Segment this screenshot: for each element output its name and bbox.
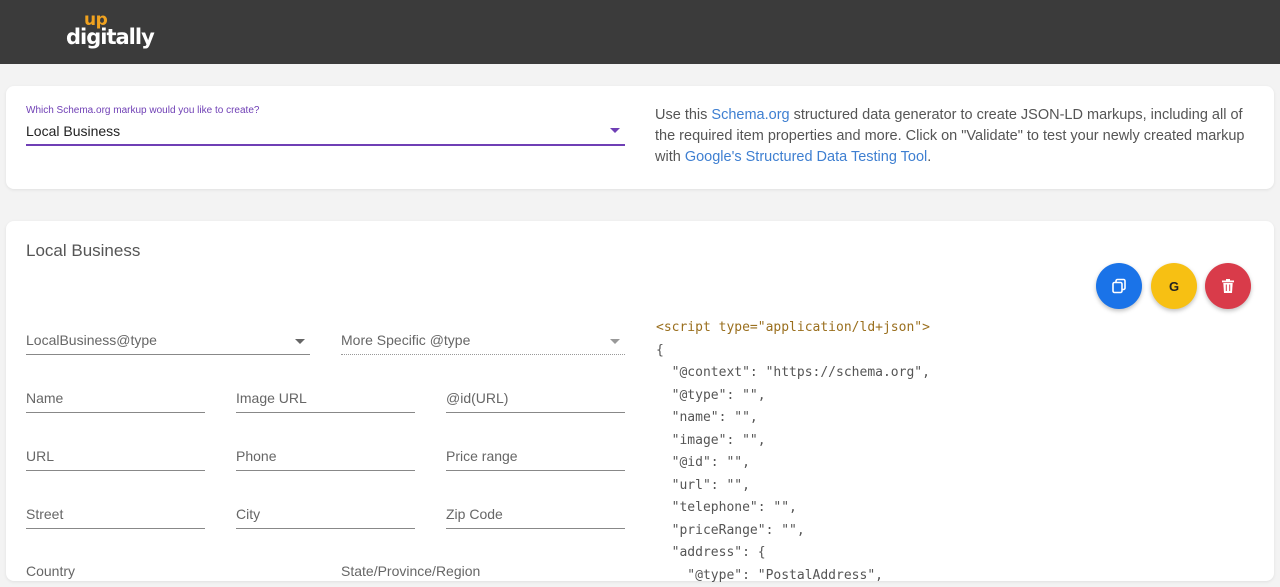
schema-type-select-label: Which Schema.org markup would you like t… [26, 105, 259, 116]
code-script-open-tag: <script type="application/ld+json"> [656, 317, 930, 340]
code-line: "name": "", [656, 407, 930, 430]
street-field-label: Street [26, 506, 63, 522]
logo[interactable]: up digitally [66, 12, 146, 52]
specific-type-label: More Specific @type [341, 332, 470, 348]
schema-type-select-underline [26, 144, 625, 146]
validate-google-button[interactable]: G [1151, 263, 1197, 309]
url-field-underline [26, 470, 205, 471]
chevron-down-icon [610, 339, 620, 344]
phone-field-underline [236, 470, 415, 471]
code-line: "image": "", [656, 430, 930, 453]
city-field-underline [236, 528, 415, 529]
trash-icon [1222, 279, 1234, 293]
id-url-field-label: @id(URL) [446, 390, 508, 406]
city-field-label: City [236, 506, 260, 522]
top-bar: up digitally [0, 0, 1280, 64]
code-line: "@type": "PostalAddress", [656, 565, 930, 587]
name-field-underline [26, 412, 205, 413]
specific-type-underline [341, 354, 625, 355]
schema-org-link[interactable]: Schema.org [711, 107, 789, 123]
image-url-field-underline [236, 412, 415, 413]
phone-field-label: Phone [236, 448, 276, 464]
google-g-icon: G [1169, 279, 1179, 294]
code-line: "telephone": "", [656, 497, 930, 520]
section-title: Local Business [26, 241, 140, 261]
id-url-field-underline [446, 412, 625, 413]
zip-code-field-underline [446, 528, 625, 529]
schema-type-select-value[interactable]: Local Business [26, 123, 120, 139]
chevron-down-icon[interactable] [610, 128, 620, 133]
delete-button[interactable] [1205, 263, 1251, 309]
code-line: "priceRange": "", [656, 520, 930, 543]
image-url-field-label: Image URL [236, 390, 307, 406]
code-line: "url": "", [656, 475, 930, 498]
chevron-down-icon [295, 339, 305, 344]
intro-text: Use this Schema.org structured data gene… [655, 105, 1265, 168]
price-range-field-label: Price range [446, 448, 518, 464]
code-line: "@type": "", [656, 385, 930, 408]
url-field-label: URL [26, 448, 54, 464]
code-line: { [656, 340, 930, 363]
logo-digitally-text: digitally [66, 25, 154, 49]
google-testing-tool-link[interactable]: Google's Structured Data Testing Tool [685, 149, 927, 165]
state-field-label: State/Province/Region [341, 563, 480, 579]
intro-text-part1: Use this [655, 107, 711, 123]
localbusiness-type-underline [26, 354, 310, 355]
country-select-label: Country [26, 563, 75, 579]
copy-button[interactable] [1096, 263, 1142, 309]
zip-code-field-label: Zip Code [446, 506, 503, 522]
code-line: "address": { [656, 542, 930, 565]
intro-text-part3: . [927, 149, 931, 165]
street-field-underline [26, 528, 205, 529]
code-line: "@context": "https://schema.org", [656, 362, 930, 385]
localbusiness-type-label: LocalBusiness@type [26, 332, 157, 348]
json-ld-output: <script type="application/ld+json">{ "@c… [656, 317, 930, 587]
price-range-field-underline [446, 470, 625, 471]
local-business-card: Local Business G LocalBusiness@type More… [6, 221, 1274, 581]
code-line: "@id": "", [656, 452, 930, 475]
schema-selector-card: Which Schema.org markup would you like t… [6, 86, 1274, 189]
name-field-label: Name [26, 390, 63, 406]
copy-icon [1111, 278, 1127, 294]
